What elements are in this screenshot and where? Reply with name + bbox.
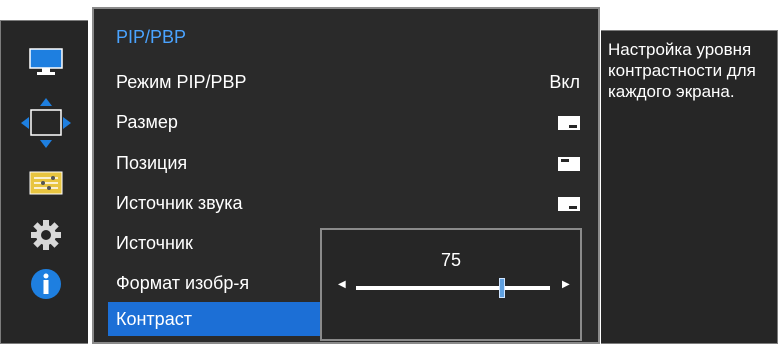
size-icon [558,116,580,130]
menu-item-sound-source[interactable]: Источник звука [108,186,580,220]
settings-list-icon[interactable] [29,171,63,200]
category-sidebar [0,20,88,344]
menu-item-label: Размер [116,112,178,132]
monitor-icon[interactable] [29,48,63,81]
info-icon[interactable] [29,267,63,306]
menu-item-label: Позиция [116,153,188,173]
slider-value: 75 [440,250,462,270]
osd-menu: PIP/PBP Режим PIP/PBP Вкл Размер Позиция… [0,0,778,344]
menu-item-label: Источник звука [116,193,243,213]
menu-item-pip-pbp-mode[interactable]: Режим PIP/PBP Вкл [108,65,580,99]
position-icon [558,157,580,171]
gear-icon[interactable] [29,218,63,257]
menu-item-contrast[interactable]: Контраст [108,302,322,336]
contrast-slider-track[interactable] [356,278,550,298]
menu-item-label: Контраст [116,309,192,329]
contrast-slider-thumb[interactable] [498,278,505,298]
sound-source-icon [558,197,580,211]
slider-right-arrow-icon[interactable]: ▶ [562,279,570,290]
help-text: Настройка уровня контрастности для каждо… [608,40,756,101]
help-panel: Настройка уровня контрастности для каждо… [601,30,778,344]
contrast-slider-popup: 75 ◀ ▶ [320,228,582,341]
menu-item-label: Режим PIP/PBP [116,72,247,92]
menu-item-position[interactable]: Позиция [108,146,580,180]
menu-item-label: Источник [116,233,193,253]
pip-pbp-mode-value: Вкл [549,72,580,92]
pip-pbp-arrows-icon[interactable] [20,97,72,154]
slider-left-arrow-icon[interactable]: ◀ [338,279,346,290]
menu-title: PIP/PBP [116,27,187,47]
menu-item-label: Формат изобр-я [116,273,250,293]
menu-item-size[interactable]: Размер [108,105,580,139]
